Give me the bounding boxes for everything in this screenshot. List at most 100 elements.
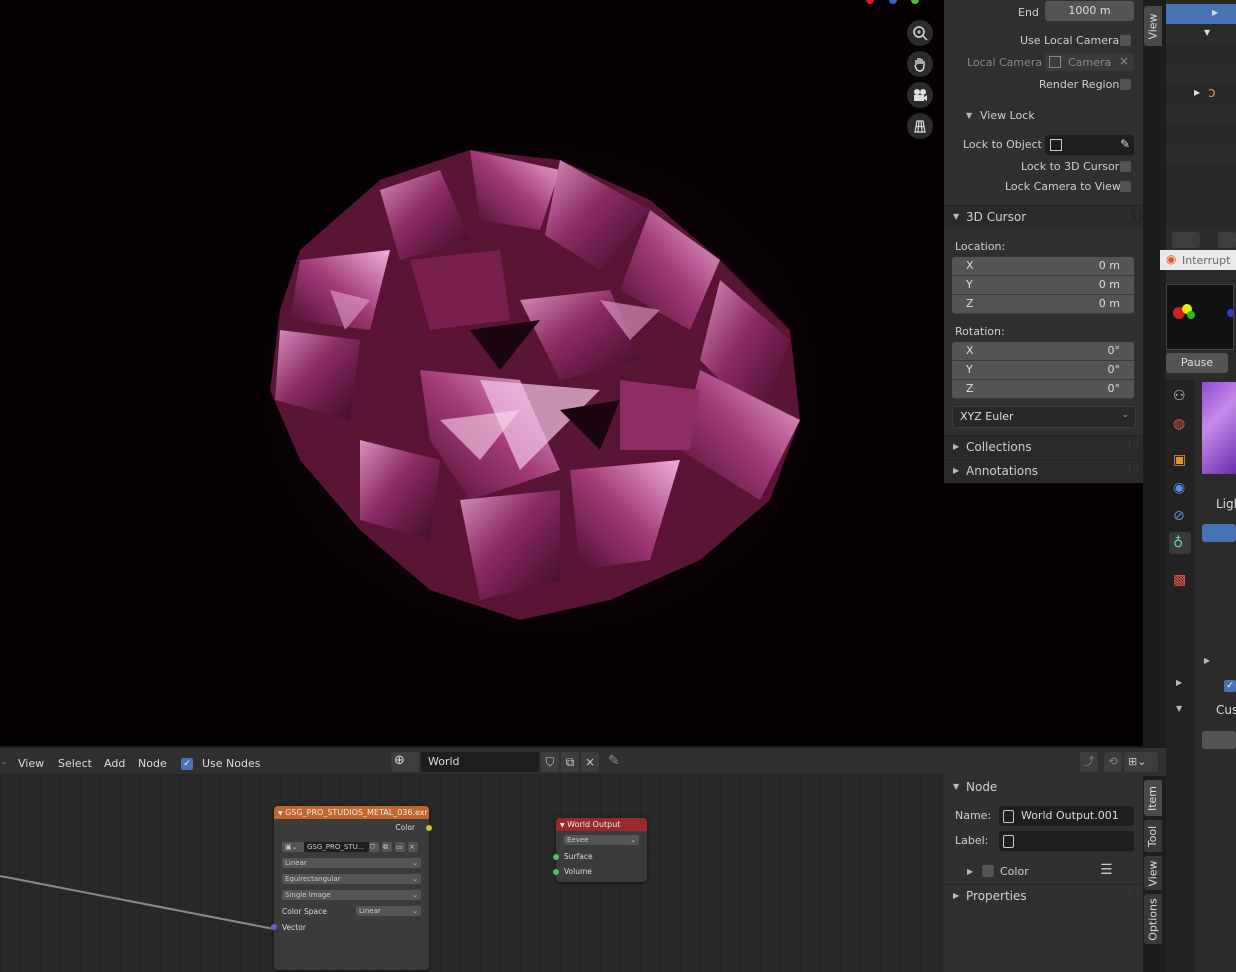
surface-input-socket[interactable] [553,854,559,860]
light-bulb-icon[interactable]: ♁ [1173,535,1183,551]
hand-pan-icon[interactable] [907,51,933,77]
node-canvas[interactable]: ▼ GSG_PRO_STUDIOS_METAL_036.exr Color ▣⌄… [0,774,944,972]
unlink-x-icon[interactable]: × [581,752,599,772]
volume-input-socket[interactable] [553,869,559,875]
image-name-field[interactable]: GSG_PRO_STU... [304,842,369,852]
tab-view[interactable]: View [1144,6,1162,46]
node-name-field[interactable]: World Output.001 [999,806,1134,826]
texture-checker-icon[interactable]: ▩ [1173,572,1186,588]
render-progress-bar: ◉ Interrupt [1160,250,1236,270]
fake-user-shield-icon[interactable]: ⛉ [541,752,559,772]
parent-node-tree-icon[interactable]: ⤴ [1080,752,1098,772]
color-space-dropdown[interactable]: Linear ⌄ [356,906,421,916]
end-value-field[interactable]: 1000 m [1045,1,1134,21]
camera-object-icon [1049,56,1061,68]
vector-input-socket[interactable] [271,924,277,930]
world-browse-button[interactable]: ⊕ [391,752,419,772]
camera-value: Camera [1068,56,1112,69]
world-output-node[interactable]: ▼ World Output Eevee ⌄ Surface Volume [553,818,647,882]
lock-to-object-field[interactable]: ✎ [1045,135,1134,155]
collections-panel-header[interactable]: ▶ Collections ⋮⋮ [944,435,1143,458]
local-camera-field[interactable]: Camera × [1045,53,1134,71]
menu-select[interactable]: Select [58,757,92,770]
rotation-x-field[interactable]: X 0° [952,342,1134,361]
menu-view[interactable]: View [18,757,44,770]
lock-to-3d-cursor-label: Lock to 3D Cursor [1021,160,1120,173]
rotation-z-field[interactable]: Z 0° [952,380,1134,399]
tab-item[interactable]: Item [1144,780,1162,816]
drag-grip-icon[interactable]: ⋮⋮ [1125,440,1142,450]
clear-x-icon[interactable]: × [1119,54,1129,68]
shield-icon[interactable]: ⛉ [369,842,379,852]
grey-button[interactable] [1202,731,1236,749]
tab-view-node[interactable]: View [1144,856,1162,890]
projection-dropdown[interactable]: Equirectangular ⌄ [282,874,421,884]
drag-grip-icon[interactable]: ⋮⋮ [1125,464,1142,474]
node-header[interactable]: ▼ World Output [556,818,647,831]
eyedropper-icon[interactable]: ✎ [1120,137,1130,151]
enabled-checkbox[interactable]: ✓ [1224,680,1236,692]
snap-mode-dropdown[interactable]: ⊞⌄ [1124,752,1158,772]
target-dropdown[interactable]: Eevee ⌄ [564,835,639,845]
render-region-checkbox[interactable] [1120,79,1131,90]
interpolation-dropdown[interactable]: Linear ⌄ [282,858,421,868]
duplicate-icon[interactable]: ⧉ [561,752,579,772]
use-nodes-checkbox[interactable]: ✓ [181,758,193,770]
object-icon[interactable]: ▣ [1173,452,1186,468]
rotation-y-field[interactable]: Y 0° [952,361,1134,380]
drag-grip-icon[interactable]: ⋮⋮ [1125,889,1142,899]
duplicate-icon[interactable]: ⧉ [382,842,392,852]
tab-options[interactable]: Options [1144,894,1162,944]
constraint-icon[interactable]: ⊘ [1173,508,1185,524]
outliner-selected-row[interactable] [1166,4,1236,24]
editor-type-icon[interactable] [1172,232,1200,248]
camera-icon[interactable] [907,82,933,108]
location-x-field[interactable]: X0 m [952,257,1134,276]
annotations-panel-header[interactable]: ▶ Annotations ⋮⋮ [944,459,1143,482]
world-icon[interactable]: ◍ [1173,416,1185,432]
editor-type-chevron-icon[interactable]: ⌄ [0,757,8,767]
list-preset-icon[interactable]: ☰ [1100,862,1113,878]
view-lock-title[interactable]: View Lock [980,109,1035,122]
source-dropdown[interactable]: Single Image ⌄ [282,890,421,900]
color-expand-icon[interactable]: ▶ [967,867,973,876]
pin-icon[interactable]: ✎ [608,753,620,769]
view-lock-expand-icon[interactable]: ▼ [966,111,972,120]
node-header[interactable]: ▼ GSG_PRO_STUDIOS_METAL_036.exr [274,806,429,819]
node-links [0,875,275,930]
physics-icon[interactable]: ⚇ [1173,388,1186,404]
image-browse-icon[interactable]: ▣⌄ [282,842,305,852]
color-output-label: Color [395,823,415,832]
menu-node[interactable]: Node [138,757,167,770]
rotation-mode-dropdown[interactable]: XYZ Euler ⌄ [952,406,1136,428]
zoom-icon[interactable] [907,20,933,46]
node-label-field[interactable] [999,831,1134,851]
node-panel-header[interactable]: ▼ Node [944,776,1143,798]
properties-panel-header[interactable]: ▶ Properties ⋮⋮ [944,884,1143,907]
maximize-icon[interactable] [1218,232,1236,248]
color-label: Color [1000,865,1029,878]
lock-camera-to-view-checkbox[interactable] [1120,181,1131,192]
rotation-label: Rotation: [955,325,1005,338]
color-output-socket[interactable] [426,825,432,831]
grid-ortho-icon[interactable] [907,113,933,139]
location-y-field[interactable]: Y0 m [952,276,1134,295]
pause-button[interactable]: Pause [1166,353,1228,373]
use-custom-color-checkbox[interactable] [982,865,994,877]
drag-grip-icon[interactable]: ⋮⋮ [1125,210,1142,220]
snap-icon[interactable]: ⟲ [1104,752,1122,772]
location-z-field[interactable]: Z0 m [952,295,1134,314]
unlink-x-icon[interactable]: × [408,842,418,852]
lock-to-3d-cursor-checkbox[interactable] [1120,161,1131,172]
use-local-camera-checkbox[interactable] [1120,35,1131,46]
environment-texture-node[interactable]: ▼ GSG_PRO_STUDIOS_METAL_036.exr Color ▣⌄… [271,806,432,970]
menu-add[interactable]: Add [104,757,125,770]
3d-cursor-panel-header[interactable]: ▼ 3D Cursor ⋮⋮ [944,205,1143,228]
tab-tool[interactable]: Tool [1144,820,1162,852]
blue-toggle[interactable] [1202,524,1236,542]
modifier-icon[interactable]: ◉ [1173,480,1185,496]
node-title: World Output [567,820,621,829]
world-name-field[interactable]: World [421,752,539,772]
object-icon [1050,139,1062,151]
open-folder-icon[interactable]: ▭ [395,842,405,852]
